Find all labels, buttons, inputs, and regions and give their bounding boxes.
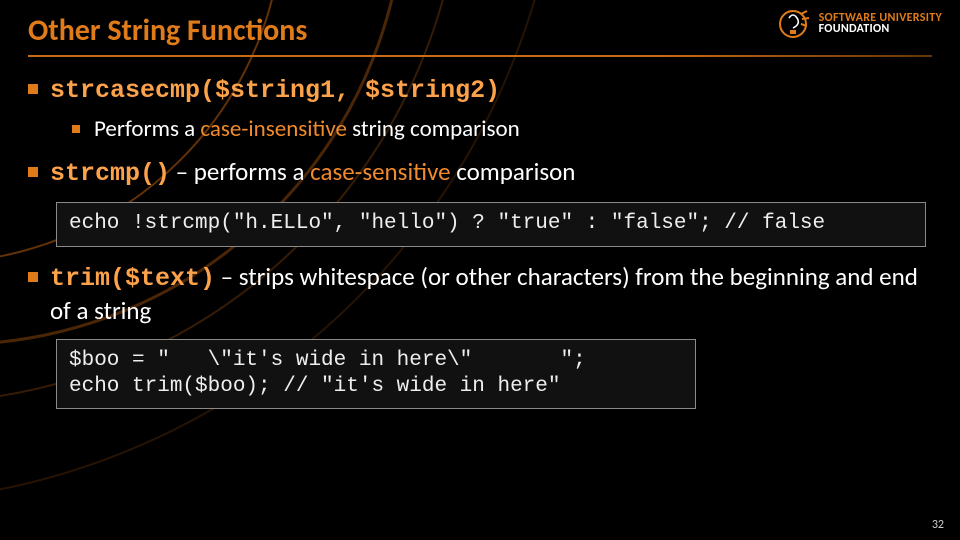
logo-text: SOFTWARE UNIVERSITY FOUNDATION: [819, 13, 942, 36]
text: Performs a: [94, 115, 200, 143]
code-strcmp: strcmp(): [50, 159, 170, 188]
code-block-strcmp: echo !strcmp("h.ELLo", "hello") ? "true"…: [56, 202, 926, 246]
code-strcasecmp: strcasecmp($string1, $string2): [50, 76, 500, 105]
bullet-strcmp: strcmp() – performs a case-sensitive com…: [28, 156, 932, 190]
highlight-case-insensitive: case-insensitive: [200, 115, 347, 143]
code-trim: trim($text): [50, 264, 215, 293]
logo-line2: FOUNDATION: [819, 24, 942, 35]
text: comparison: [451, 156, 576, 187]
text: – performs a: [170, 156, 310, 187]
highlight-case-sensitive: case-sensitive: [310, 156, 451, 187]
page-number: 32: [932, 518, 944, 532]
content: strcasecmp($string1, $string2) Performs …: [28, 73, 932, 409]
logo: SOFTWARE UNIVERSITY FOUNDATION: [777, 6, 942, 42]
lightbulb-icon: [777, 6, 813, 42]
bullet-strcasecmp-desc: Performs a case-insensitive string compa…: [50, 115, 932, 144]
text: string comparison: [347, 115, 520, 143]
title-rule: [28, 55, 932, 57]
code-block-trim: $boo = " \"it's wide in here\" "; echo t…: [56, 339, 696, 410]
slide: SOFTWARE UNIVERSITY FOUNDATION Other Str…: [0, 0, 960, 540]
bullet-trim: trim($text) – strips whitespace (or othe…: [28, 261, 932, 327]
bullet-strcasecmp: strcasecmp($string1, $string2) Performs …: [28, 73, 932, 144]
